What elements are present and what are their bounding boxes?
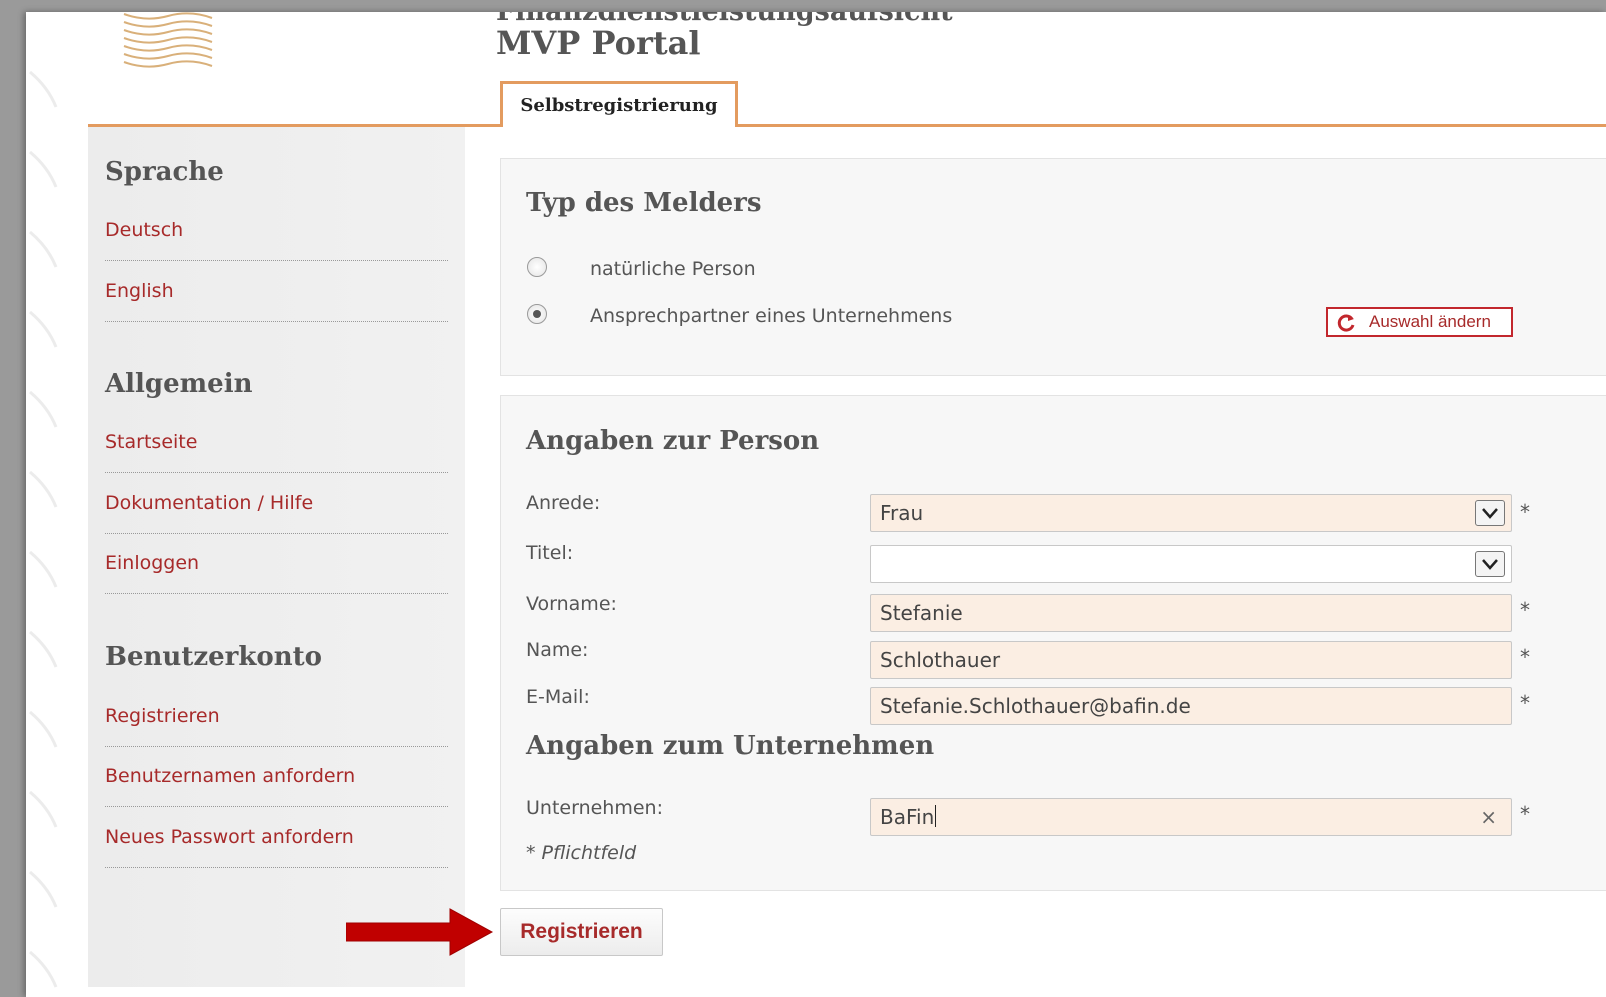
chevron-down-icon[interactable] <box>1475 551 1505 577</box>
email-label: E-Mail: <box>526 686 590 708</box>
name-label: Name: <box>526 639 589 661</box>
sidebar-item-dokumentation[interactable]: Dokumentation / Hilfe <box>105 474 448 534</box>
bafin-logo <box>123 12 213 68</box>
anrede-value: Frau <box>880 501 924 525</box>
clear-icon[interactable]: × <box>1480 799 1497 835</box>
required-field-note: * Pflichtfeld <box>526 842 637 864</box>
radio-natuerliche-person[interactable] <box>527 257 547 277</box>
name-required-mark: * <box>1520 645 1530 669</box>
page-title: MVP Portal <box>496 24 701 62</box>
company-value: BaFin <box>880 805 935 829</box>
radio-ansprechpartner[interactable] <box>527 304 547 324</box>
anrede-required-mark: * <box>1520 500 1530 524</box>
sidebar-item-startseite[interactable]: Startseite <box>105 413 448 473</box>
radio-ansprechpartner-label: Ansprechpartner eines Unternehmens <box>590 305 953 327</box>
register-button[interactable]: Registrieren <box>500 908 663 956</box>
page: Finanzdienstleistungsaufsicht MVP Portal… <box>26 12 1606 997</box>
reporter-type-heading: Typ des Melders <box>526 188 762 218</box>
tab-selbstregistrierung[interactable]: Selbstregistrierung <box>500 81 738 127</box>
sidebar-item-benutzernamen[interactable]: Benutzernamen anfordern <box>105 747 448 807</box>
change-selection-label: Auswahl ändern <box>1369 312 1491 331</box>
refresh-icon <box>1337 314 1355 332</box>
chevron-down-icon[interactable] <box>1475 500 1505 526</box>
sidebar-item-deutsch[interactable]: Deutsch <box>105 201 448 261</box>
company-heading: Angaben zum Unternehmen <box>526 731 935 761</box>
sidebar: Sprache Deutsch English Allgemein Starts… <box>88 127 465 987</box>
red-arrow-annotation <box>346 908 494 956</box>
anrede-label: Anrede: <box>526 492 601 514</box>
company-input[interactable]: BaFin × <box>870 798 1512 836</box>
company-required-mark: * <box>1520 802 1530 826</box>
decorative-background-pattern <box>29 70 58 988</box>
email-input[interactable]: Stefanie.Schlothauer@bafin.de <box>870 687 1512 725</box>
sidebar-item-english[interactable]: English <box>105 262 448 322</box>
sidebar-item-einloggen[interactable]: Einloggen <box>105 534 448 594</box>
sidebar-item-passwort[interactable]: Neues Passwort anfordern <box>105 808 448 868</box>
change-selection-button[interactable]: Auswahl ändern <box>1326 307 1513 337</box>
titel-label: Titel: <box>526 542 574 564</box>
vorname-required-mark: * <box>1520 598 1530 622</box>
company-label: Unternehmen: <box>526 797 663 819</box>
sidebar-item-registrieren[interactable]: Registrieren <box>105 687 448 747</box>
sidebar-heading-sprache: Sprache <box>105 157 224 187</box>
text-cursor <box>935 805 937 827</box>
sidebar-heading-benutzerkonto: Benutzerkonto <box>105 642 322 672</box>
email-required-mark: * <box>1520 691 1530 715</box>
name-input[interactable]: Schlothauer <box>870 641 1512 679</box>
vorname-input[interactable]: Stefanie <box>870 594 1512 632</box>
vorname-label: Vorname: <box>526 593 617 615</box>
anrede-select[interactable]: Frau <box>870 494 1512 532</box>
titel-select[interactable] <box>870 545 1512 583</box>
radio-natuerliche-person-label: natürliche Person <box>590 258 756 280</box>
person-heading: Angaben zur Person <box>526 426 820 456</box>
screenshot-frame: Finanzdienstleistungsaufsicht MVP Portal… <box>0 0 1606 997</box>
sidebar-heading-allgemein: Allgemein <box>105 369 253 399</box>
